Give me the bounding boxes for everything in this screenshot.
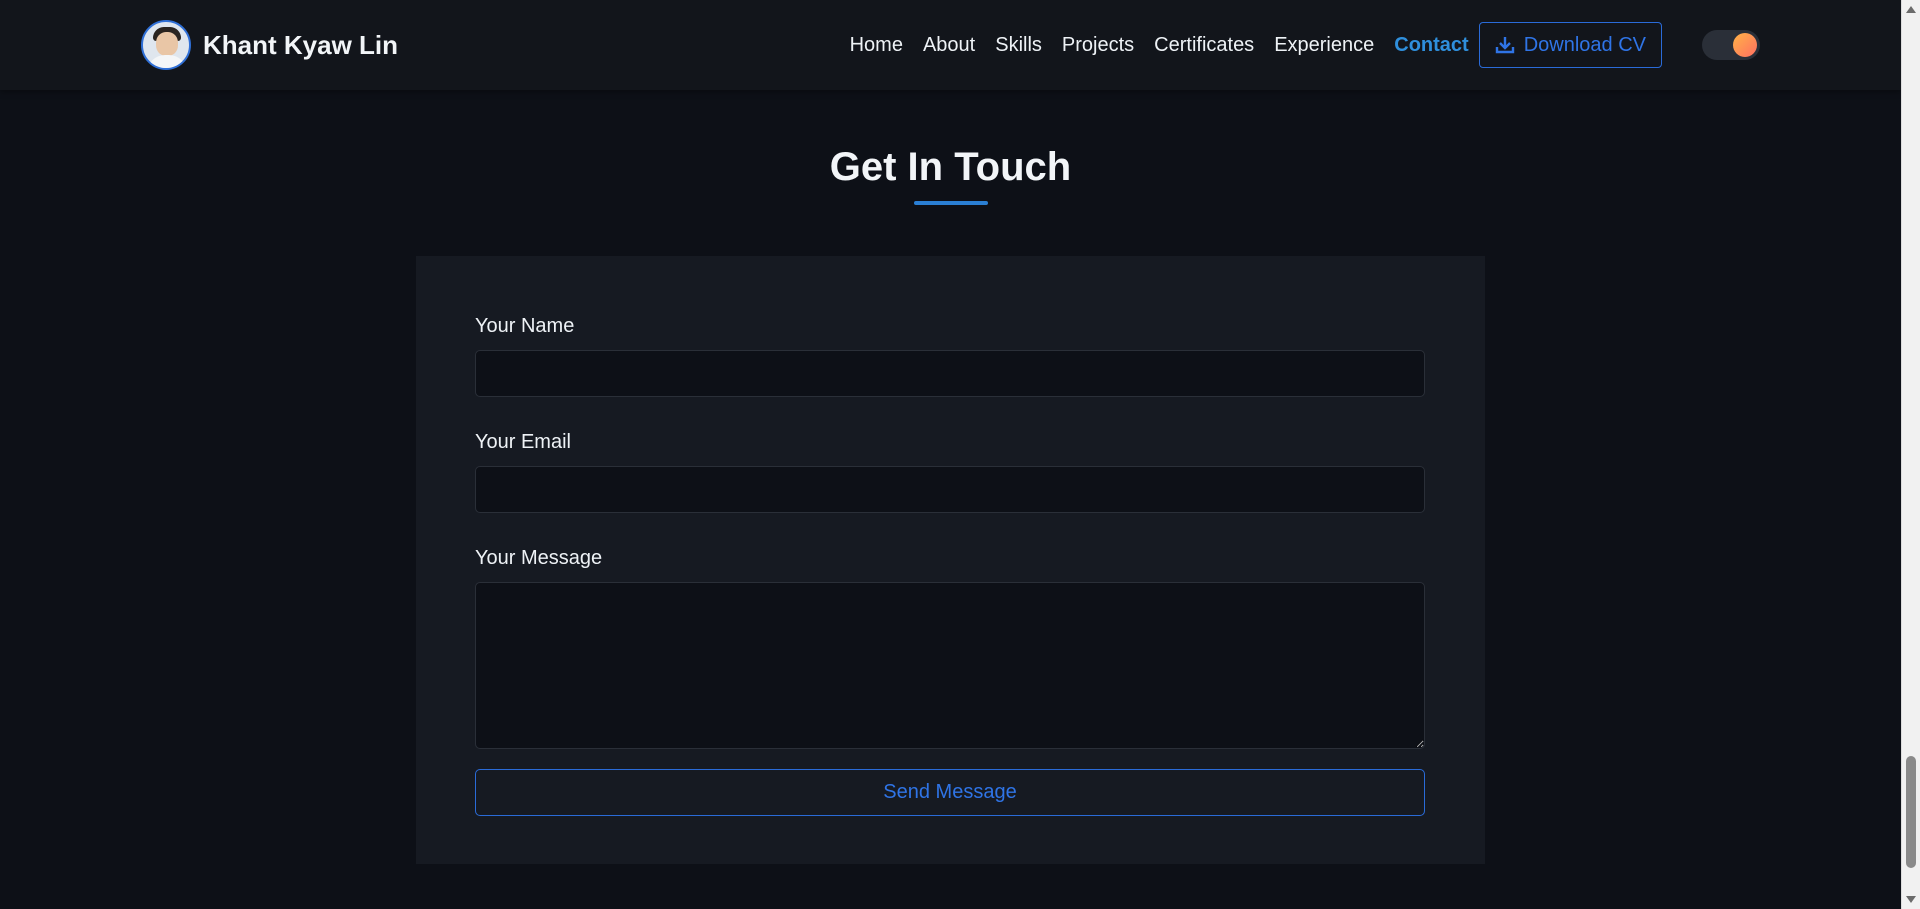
message-label: Your Message [475,547,603,569]
download-cv-button[interactable]: Download CV [1478,22,1662,68]
download-cv-label: Download CV [1523,33,1646,56]
brand-name: Khant Kyaw Lin [203,29,399,60]
message-textarea[interactable] [475,582,1425,749]
scroll-thumb[interactable] [1906,756,1916,868]
theme-toggle[interactable] [1702,30,1760,60]
nav-link-experience[interactable]: Experience [1274,34,1374,57]
sun-icon [1733,33,1757,57]
scroll-up-icon[interactable] [1906,6,1916,13]
send-message-button[interactable]: Send Message [475,769,1425,816]
nav-link-skills[interactable]: Skills [995,34,1042,57]
vertical-scrollbar[interactable] [1901,0,1920,909]
title-underline [914,201,988,205]
nav-links: Home About Skills Projects Certificates … [850,22,1760,68]
nav-link-certificates[interactable]: Certificates [1154,34,1254,57]
email-input[interactable] [475,466,1425,513]
section-title: Get In Touch [829,145,1072,189]
avatar [141,20,191,70]
scroll-down-icon[interactable] [1906,896,1916,903]
nav-link-home[interactable]: Home [850,34,903,57]
download-icon [1495,35,1515,55]
contact-form: Your Name Your Email Your Message Send M… [416,256,1485,864]
nav-link-contact[interactable]: Contact [1394,34,1468,57]
page: Khant Kyaw Lin Home About Skills Project… [0,0,1901,909]
nav-link-about[interactable]: About [923,34,975,57]
email-label: Your Email [475,431,571,453]
nav-link-projects[interactable]: Projects [1062,34,1134,57]
navbar: Khant Kyaw Lin Home About Skills Project… [0,0,1901,90]
brand[interactable]: Khant Kyaw Lin [141,20,398,70]
name-label: Your Name [475,315,575,337]
name-input[interactable] [475,350,1425,397]
